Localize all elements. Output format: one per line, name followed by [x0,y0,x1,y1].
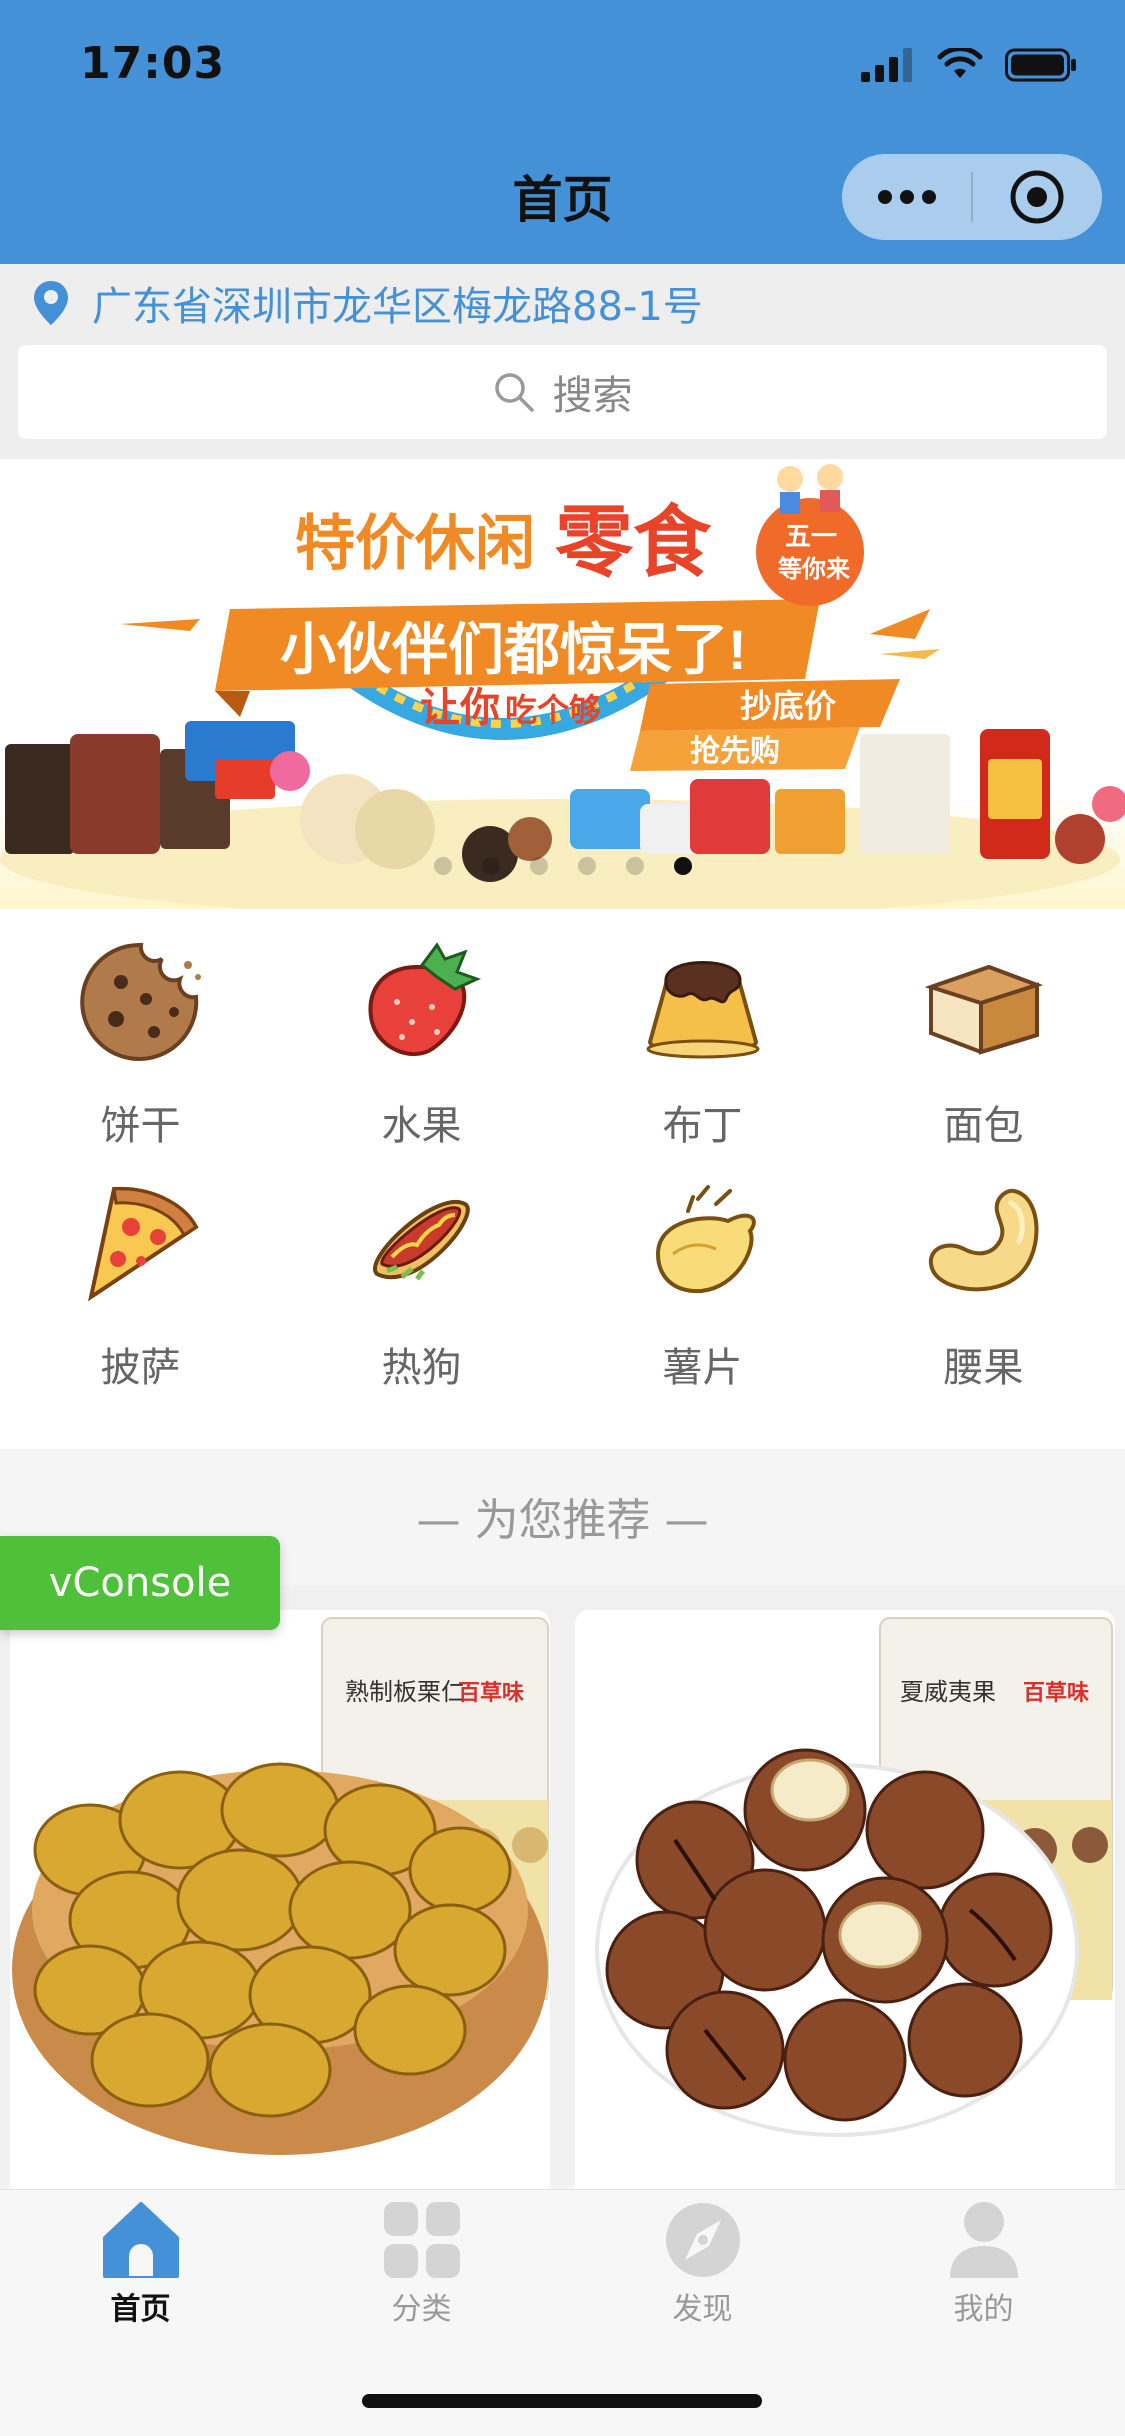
promo-banner[interactable]: 特价休闲 零食 五一 等你来 小伙伴们都惊呆了! 让你 吃个够 抄底价 抢先购 [0,459,1125,909]
product-image-chestnut: 熟制板栗仁 百草味 [12,1617,549,2155]
banner-dot[interactable] [577,857,596,875]
banner-badge-line1: 五一 [785,521,837,551]
banner-pagination [0,857,1125,875]
banner-dot[interactable] [625,857,644,875]
mini-program-capsule [842,154,1102,240]
banner-arc-highlight: 让你 [420,686,500,730]
category-item-fruit[interactable]: 水果 [281,937,562,1159]
category-label: 热狗 [381,1345,462,1391]
tab-label: 发现 [672,2292,733,2327]
product-card-macadamia[interactable]: 夏威夷果 百草味 [575,1610,1115,2210]
category-label: 面包 [943,1103,1024,1149]
user-icon [949,2202,1018,2278]
category-item-biscuit[interactable]: 饼干 [0,937,281,1159]
package-label-macadamia: 夏威夷果 [900,1679,996,1706]
product-card-chestnut[interactable]: 熟制板栗仁 百草味 [10,1610,550,2210]
tab-label: 我的 [953,2292,1014,2327]
tab-label: 分类 [391,2292,452,2327]
category-item-bread[interactable]: 面包 [843,937,1124,1159]
location-search-bar: 广东省深圳市龙华区梅龙路88-1号 搜索 [0,264,1125,459]
more-button[interactable] [842,154,971,240]
screen: 17:03 首页 广东省深圳市龙华区梅龙路88-1号 搜索 特价休闲 零食 五一… [0,0,1125,2436]
app-header: 17:03 首页 [0,0,1125,264]
banner-arc-rest: 吃个够 [505,692,601,728]
category-item-hotdog[interactable]: 热狗 [281,1179,562,1401]
product-image-macadamia: 夏威夷果 百草味 [595,1617,1113,2137]
category-label: 布丁 [662,1103,743,1149]
category-grid-icon [383,2202,460,2278]
banner-ribbon-text: 小伙伴们都惊呆了! [280,618,747,681]
tab-home[interactable]: 首页 [0,2200,281,2328]
search-input[interactable]: 搜索 [18,345,1107,439]
tab-mine[interactable]: 我的 [843,2200,1124,2328]
category-item-cashew[interactable]: 腰果 [843,1179,1124,1401]
cashew-icon [928,1188,1038,1292]
banner-dot[interactable] [481,857,500,875]
cookie-icon [79,942,201,1061]
banner-tag-2: 抢先购 [690,734,780,768]
signal-icon [861,48,912,82]
category-item-pudding[interactable]: 布丁 [562,937,843,1159]
category-grid: 饼干 水果 布丁 面包 披萨 热狗 薯片 腰果 [0,937,1125,1401]
banner-badge-line2: 等你来 [778,555,851,583]
search-placeholder: 搜索 [552,373,633,419]
banner-dot[interactable] [529,857,548,875]
product-list: 熟制板栗仁 百草味 夏威夷果 百草味 [0,1585,1125,2210]
home-indicator[interactable] [362,2394,762,2408]
banner-dot[interactable] [673,857,692,875]
strawberry-icon [368,942,481,1057]
location-address: 广东省深圳市龙华区梅龙路88-1号 [92,284,703,330]
banner-headline-big: 零食 [555,498,712,586]
category-label: 腰果 [943,1345,1024,1391]
target-close-icon [1010,170,1064,224]
battery-icon [1005,48,1076,82]
category-label: 披萨 [100,1345,181,1391]
search-icon [494,373,534,412]
status-icons [861,48,1077,82]
category-label: 薯片 [662,1345,743,1391]
home-icon [102,2202,179,2278]
pizza-icon [87,1186,199,1302]
tab-label: 首页 [110,2292,171,2327]
chips-icon [655,1185,756,1294]
category-item-pizza[interactable]: 披萨 [0,1179,281,1401]
banner-dot[interactable] [433,857,452,875]
vconsole-button[interactable]: vConsole [0,1536,280,1630]
category-label: 水果 [381,1103,462,1149]
location-pin-icon [34,281,68,325]
location-row[interactable]: 广东省深圳市龙华区梅龙路88-1号 [32,274,703,332]
banner-headline-top: 特价休闲 [295,510,535,577]
pudding-icon [646,961,759,1059]
package-brand-chestnut: 百草味 [458,1680,524,1705]
package-brand-macadamia: 百草味 [1023,1680,1089,1705]
compass-icon [665,2203,740,2277]
package-label-chestnut: 熟制板栗仁 [345,1679,465,1706]
banner-illustration: 特价休闲 零食 五一 等你来 小伙伴们都惊呆了! 让你 吃个够 抄底价 抢先购 [0,464,1125,909]
banner-tag-1: 抄底价 [740,688,836,724]
close-miniprogram-button[interactable] [973,154,1102,240]
more-dots-icon [877,190,936,204]
tab-discover[interactable]: 发现 [562,2200,843,2328]
category-section: 饼干 水果 布丁 面包 披萨 热狗 薯片 腰果 — 为您推荐 — [0,909,1125,1546]
hotdog-icon [372,1199,470,1281]
category-item-chips[interactable]: 薯片 [562,1179,843,1401]
status-time: 17:03 [80,38,226,89]
tab-category[interactable]: 分类 [281,2200,562,2328]
wifi-icon [937,48,983,78]
category-label: 饼干 [100,1103,181,1149]
bread-icon [924,964,1043,1055]
